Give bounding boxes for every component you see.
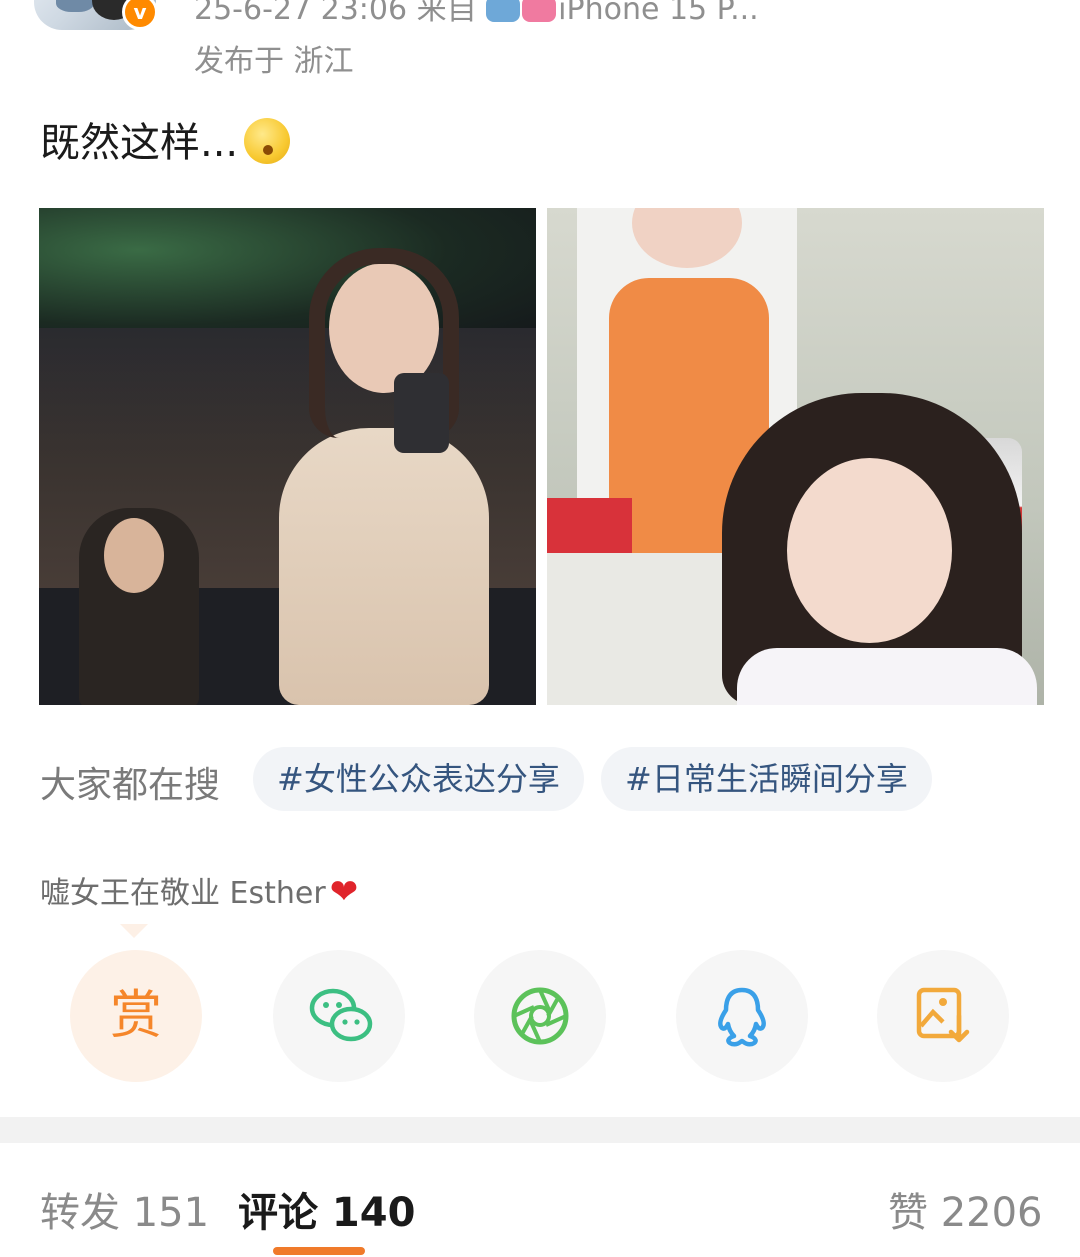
fish-icon xyxy=(486,0,521,22)
wechat-icon xyxy=(309,988,373,1042)
thinking-emoji-icon xyxy=(244,118,291,164)
save-image-icon xyxy=(916,987,970,1043)
qq-share-button[interactable] xyxy=(676,950,808,1082)
trending-tag[interactable]: #女性公众表达分享 xyxy=(253,747,584,811)
reward-button[interactable]: 赏 xyxy=(70,950,202,1082)
moments-icon xyxy=(511,987,569,1045)
timestamp-source: 25-6-27 23:06 来自 xyxy=(194,0,477,27)
post-meta: 25-6-27 23:06 来自 iPhone 15 P... xyxy=(194,0,759,28)
post-image-2[interactable] xyxy=(547,208,1044,705)
verified-badge-icon: v xyxy=(122,0,158,30)
heart-icon: ❤ xyxy=(329,872,359,912)
post-image-1[interactable] xyxy=(39,208,536,705)
reward-label: 赏 xyxy=(109,986,162,1046)
wechat-share-button[interactable] xyxy=(273,950,405,1082)
bow-icon xyxy=(522,0,557,22)
post-content: 既然这样... xyxy=(40,110,291,168)
section-divider xyxy=(0,1117,1080,1143)
author-signature: 嘘女王在敬业 Esther ❤ xyxy=(40,868,358,912)
moments-share-button[interactable] xyxy=(474,950,606,1082)
tooltip-pointer xyxy=(120,924,148,938)
tab-repost[interactable]: 转发 151 xyxy=(40,1180,209,1238)
save-image-button[interactable] xyxy=(877,950,1009,1082)
active-tab-indicator xyxy=(273,1247,365,1255)
tab-comments[interactable]: 评论 140 xyxy=(238,1180,415,1238)
device-name: iPhone 15 P... xyxy=(558,0,759,27)
trending-label: 大家都在搜 xyxy=(40,765,221,806)
qq-icon xyxy=(718,987,766,1047)
post-text: 既然这样... xyxy=(40,120,239,166)
publish-location: 发布于 浙江 xyxy=(194,44,354,79)
trending-tag[interactable]: #日常生活瞬间分享 xyxy=(601,747,932,811)
tab-likes[interactable]: 赞 2206 xyxy=(888,1180,1043,1238)
signature-text: 嘘女王在敬业 Esther xyxy=(40,876,326,911)
